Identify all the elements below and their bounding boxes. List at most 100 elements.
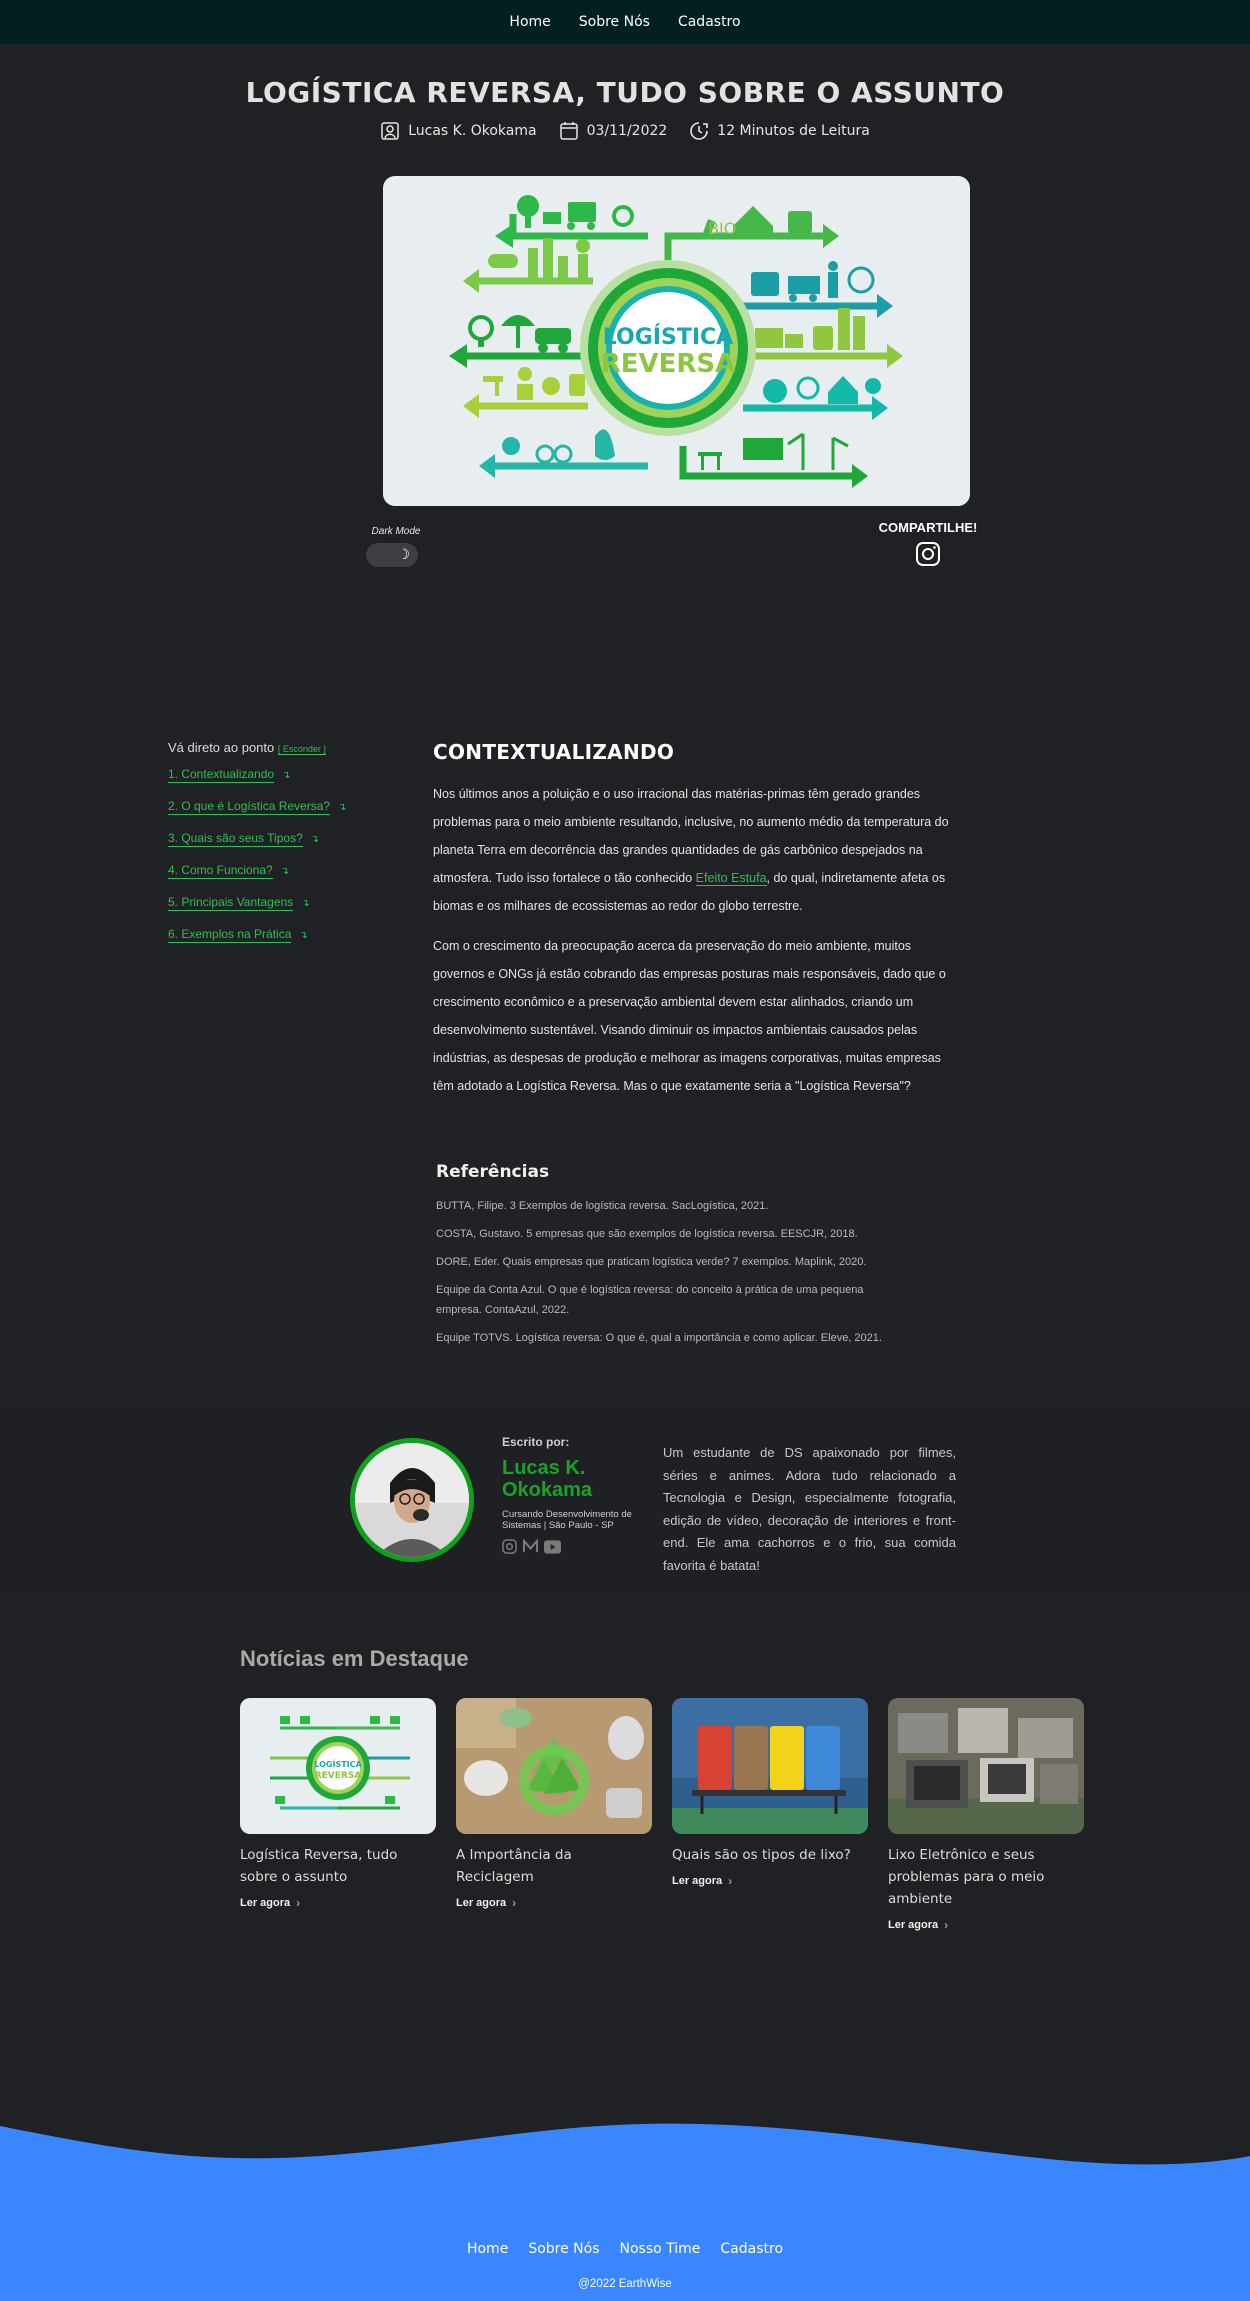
user-icon [381,122,399,140]
toc-hide-link[interactable]: [ Esconder ] [277,744,326,755]
hero-text-logistica: LOGÍSTICA [603,324,733,350]
author-bio: Um estudante de DS apaixonado por filmes… [663,1445,956,1573]
arrow-down-right-icon: ↴ [301,897,310,909]
recycling-thumb [456,1698,652,1834]
toc-item[interactable]: 2. O que é Logística Reversa? ↴ [168,799,368,815]
trash-bins-thumb [672,1698,868,1834]
chevron-right-icon: › [944,1918,949,1932]
thumb-text-reversa: REVERSA [315,1771,362,1781]
chevron-right-icon: › [296,1896,301,1910]
dark-mode-toggle[interactable]: ☽ [366,543,418,567]
table-of-contents: Vá direto ao ponto [ Esconder ] 1. Conte… [168,740,368,959]
toc-item[interactable]: 4. Como Funciona? ↴ [168,863,368,879]
toc-item-label: 5. Principais Vantagens [168,895,294,911]
news-card[interactable]: LOGÍSTICA REVERSA Logística Reversa, tud… [240,1698,436,1932]
clock-icon [690,122,709,140]
nav-link-cadastro[interactable]: Cadastro [678,14,741,30]
share-label: COMPARTILHE! [878,520,978,535]
logistica-reversa-illustration: LOGÍSTICA REVERSA BIO [449,195,903,488]
read-now-link[interactable]: Ler agora › [240,1896,436,1910]
news-card-image [672,1698,868,1834]
reference-item: BUTTA, Filipe. 3 Exemplos de logística r… [436,1200,769,1212]
reference-item: Equipe da Conta Azul. O que é logística … [436,1284,864,1316]
toc-item[interactable]: 3. Quais são seus Tipos? ↴ [168,831,368,847]
efeito-estufa-link[interactable]: Efeito Estufa [695,871,767,886]
instagram-icon[interactable] [502,1539,517,1554]
read-now-link[interactable]: Ler agora › [456,1896,652,1910]
author-role: Cursando Desenvolvimento de Sistemas | S… [502,1509,632,1531]
footer-link-sobre-nos[interactable]: Sobre Nós [528,2241,599,2257]
read-time-meta: 12 Minutos de Leitura [689,121,870,141]
toc-item-label: 3. Quais são seus Tipos? [168,831,303,847]
read-now-label: Ler agora [888,1919,939,1931]
logistica-reversa-thumb: LOGÍSTICA REVERSA [240,1698,436,1834]
reference-item: COSTA, Gustavo. 5 empresas que são exemp… [436,1228,858,1240]
footer-link-home[interactable]: Home [467,2241,508,2257]
publish-date: 03/11/2022 [586,123,668,139]
written-by-label: Escrito por: [502,1435,570,1449]
article-meta: Lucas K. Okokama 03/11/2022 12 Minutos d… [0,121,1250,141]
reference-item: DORE, Eder. Quais empresas que praticam … [436,1256,867,1268]
arrow-down-right-icon: ↴ [280,865,290,877]
arrow-down-right-icon: ↴ [310,833,320,845]
calendar-icon [559,122,578,140]
author-name-meta: Lucas K. Okokama [408,123,537,139]
author-meta: Lucas K. Okokama [380,121,537,141]
toc-heading: Vá direto ao ponto [ Esconder ] [168,740,368,755]
news-card-title[interactable]: Quais são os tipos de lixo? [672,1844,868,1866]
chevron-right-icon: › [512,1896,517,1910]
news-card[interactable]: A Importância da Reciclagem Ler agora › [456,1698,652,1932]
news-card-image [888,1698,1084,1834]
page-title: LOGÍSTICA REVERSA, TUDO SOBRE O ASSUNTO [245,76,1005,109]
read-now-link[interactable]: Ler agora › [672,1874,868,1888]
news-card-image [456,1698,652,1834]
dark-mode-label: Dark Mode [371,526,421,537]
dark-mode-control: Dark Mode ☽ [366,526,426,567]
read-now-label: Ler agora [240,1897,291,1909]
references-heading: Referências [436,1162,550,1182]
toc-item[interactable]: 5. Principais Vantagens ↴ [168,895,368,911]
news-card-image: LOGÍSTICA REVERSA [240,1698,436,1834]
arrow-down-right-icon: ↴ [282,769,291,781]
footer-link-nosso-time[interactable]: Nosso Time [620,2241,701,2257]
author-socials [502,1539,652,1554]
youtube-icon[interactable] [544,1539,561,1554]
footer-link-cadastro[interactable]: Cadastro [720,2241,783,2257]
hero-text-reversa: REVERSA [601,349,736,379]
read-time: 12 Minutos de Leitura [717,123,870,139]
news-card-title[interactable]: Logística Reversa, tudo sobre o assunto [240,1844,436,1888]
toc-item[interactable]: 1. Contextualizando ↴ [168,767,368,783]
medium-icon[interactable] [523,1539,538,1554]
section-heading: CONTEXTUALIZANDO [433,740,675,764]
instagram-icon[interactable] [915,541,941,567]
news-card-title[interactable]: Lixo Eletrônico e seus problemas para o … [888,1844,1084,1910]
arrow-down-right-icon: ↴ [299,929,308,941]
author-info: Escrito por: Lucas K. Okokama Cursando D… [502,1435,652,1554]
article-paragraph: Com o crescimento da preocupação acerca … [433,939,946,1093]
share-block: COMPARTILHE! [878,520,978,572]
news-card[interactable]: Quais são os tipos de lixo? Ler agora › [672,1698,868,1932]
toc-item[interactable]: 6. Exemplos na Prática ↴ [168,927,368,943]
nav-link-home[interactable]: Home [509,14,550,30]
news-card[interactable]: Lixo Eletrônico e seus problemas para o … [888,1698,1084,1932]
author-box: Escrito por: Lucas K. Okokama Cursando D… [0,1405,1250,1593]
references-section: Referências BUTTA, Filipe. 3 Exemplos de… [0,1120,1250,1405]
author-name: Lucas K. Okokama [502,1457,593,1501]
read-now-label: Ler agora [672,1875,723,1887]
author-photo [355,1443,469,1557]
read-now-link[interactable]: Ler agora › [888,1918,1084,1932]
footer-nav: Home Sobre Nós Nosso Time Cadastro [0,2241,1250,2257]
nav-link-sobre-nos[interactable]: Sobre Nós [579,14,650,30]
toc-item-label: 6. Exemplos na Prática [168,927,292,943]
moon-icon: ☽ [397,546,410,562]
toc-item-label: 1. Contextualizando [168,767,275,783]
news-card-title[interactable]: A Importância da Reciclagem [456,1844,652,1888]
toc-item-label: 2. O que é Logística Reversa? [168,799,331,815]
copyright-text: @2022 EarthWise [578,2278,672,2290]
top-navbar: Home Sobre Nós Cadastro [0,0,1250,44]
avatar [350,1438,474,1562]
featured-news-heading: Notícias em Destaque [240,1646,469,1671]
hero-text-bio: BIO [708,219,736,238]
toc-item-label: 4. Como Funciona? [168,863,273,879]
references-list: Referências BUTTA, Filipe. 3 Exemplos de… [436,1162,896,1356]
